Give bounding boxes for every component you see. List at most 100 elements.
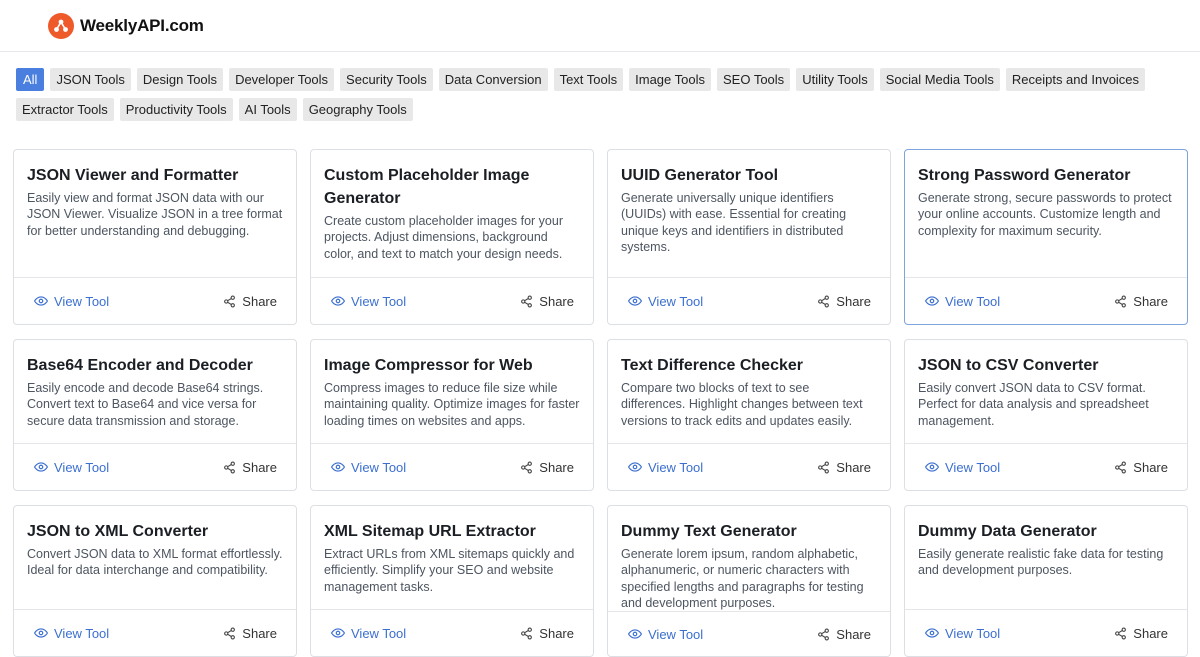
share-button[interactable]: Share [520, 294, 574, 309]
tool-card-description: Create custom placeholder images for you… [324, 214, 564, 261]
filter-chip[interactable]: Text Tools [553, 68, 624, 91]
share-icon [223, 295, 236, 308]
view-tool-button[interactable]: View Tool [925, 294, 1000, 309]
eye-icon [628, 627, 642, 641]
share-label: Share [539, 459, 574, 475]
filter-chip[interactable]: Productivity Tools [119, 98, 233, 121]
share-label: Share [1133, 459, 1168, 475]
share-button[interactable]: Share [1114, 460, 1168, 475]
view-tool-button[interactable]: View Tool [925, 460, 1000, 475]
view-tool-label: View Tool [54, 293, 110, 309]
view-tool-button[interactable]: View Tool [34, 294, 109, 309]
tool-card-description: Compare two blocks of text to see differ… [621, 381, 863, 428]
share-button[interactable]: Share [223, 294, 277, 309]
share-button[interactable]: Share [1114, 294, 1168, 309]
tool-card-actions: View Tool Share [608, 443, 890, 490]
tool-card-title[interactable]: Dummy Data Generator [918, 520, 1174, 543]
tool-card: JSON to XML Converter Convert JSON data … [13, 505, 297, 657]
filter-chip[interactable]: Design Tools [136, 68, 224, 91]
tool-card: Text Difference Checker Compare two bloc… [607, 339, 891, 491]
filter-chip[interactable]: AI Tools [238, 98, 297, 121]
view-tool-button[interactable]: View Tool [628, 627, 703, 642]
tool-card: JSON to CSV Converter Easily convert JSO… [904, 339, 1188, 491]
share-icon [1114, 627, 1127, 640]
eye-icon [34, 460, 48, 474]
share-label: Share [242, 459, 277, 475]
share-button[interactable]: Share [817, 294, 871, 309]
tool-card-title[interactable]: Dummy Text Generator [621, 520, 877, 543]
tool-card-title[interactable]: Strong Password Generator [918, 164, 1174, 187]
tool-card-actions: View Tool Share [14, 443, 296, 490]
tool-card-title[interactable]: Image Compressor for Web [324, 354, 580, 377]
tool-card: JSON Viewer and Formatter Easily view an… [13, 149, 297, 325]
share-icon [1114, 461, 1127, 474]
share-label: Share [836, 626, 871, 642]
eye-icon [331, 460, 345, 474]
tool-card-title[interactable]: Base64 Encoder and Decoder [27, 354, 283, 377]
tool-card-title[interactable]: JSON to CSV Converter [918, 354, 1174, 377]
view-tool-button[interactable]: View Tool [925, 626, 1000, 641]
tool-card-title[interactable]: XML Sitemap URL Extractor [324, 520, 580, 543]
tool-card-title[interactable]: Text Difference Checker [621, 354, 877, 377]
share-label: Share [539, 625, 574, 641]
tool-card: Dummy Text Generator Generate lorem ipsu… [607, 505, 891, 657]
tool-card-title[interactable]: JSON to XML Converter [27, 520, 283, 543]
view-tool-label: View Tool [351, 459, 407, 475]
filter-chip[interactable]: Security Tools [340, 68, 433, 91]
filter-chip[interactable]: SEO Tools [717, 68, 791, 91]
share-button[interactable]: Share [817, 627, 871, 642]
tool-card-description: Extract URLs from XML sitemaps quickly a… [324, 547, 575, 594]
view-tool-button[interactable]: View Tool [34, 626, 109, 641]
view-tool-button[interactable]: View Tool [331, 294, 406, 309]
view-tool-label: View Tool [54, 459, 110, 475]
eye-icon [331, 294, 345, 308]
view-tool-button[interactable]: View Tool [628, 460, 703, 475]
share-button[interactable]: Share [817, 460, 871, 475]
brand-name[interactable]: WeeklyAPI.com [80, 16, 204, 36]
share-label: Share [836, 459, 871, 475]
filter-chip[interactable]: Receipts and Invoices [1005, 68, 1146, 91]
tool-card-title[interactable]: UUID Generator Tool [621, 164, 877, 187]
view-tool-button[interactable]: View Tool [331, 460, 406, 475]
view-tool-label: View Tool [648, 293, 704, 309]
share-icon [520, 295, 533, 308]
tool-card-actions: View Tool Share [608, 277, 890, 324]
filter-chip[interactable]: Geography Tools [302, 98, 413, 121]
tool-card-description: Convert JSON data to XML format effortle… [27, 547, 283, 578]
filter-chip[interactable]: Developer Tools [229, 68, 335, 91]
view-tool-button[interactable]: View Tool [331, 626, 406, 641]
tool-card-actions: View Tool Share [905, 609, 1187, 656]
filter-chip[interactable]: Image Tools [629, 68, 711, 91]
brand-logo-icon[interactable] [48, 12, 74, 39]
tool-card-title[interactable]: JSON Viewer and Formatter [27, 164, 283, 187]
share-button[interactable]: Share [1114, 626, 1168, 641]
share-icon [223, 461, 236, 474]
tool-card-description: Easily generate realistic fake data for … [918, 547, 1164, 578]
share-label: Share [836, 293, 871, 309]
tool-card-description: Easily encode and decode Base64 strings.… [27, 381, 264, 428]
share-button[interactable]: Share [223, 460, 277, 475]
view-tool-label: View Tool [351, 293, 407, 309]
share-button[interactable]: Share [223, 626, 277, 641]
tool-card-title[interactable]: Custom Placeholder Image Generator [324, 164, 580, 210]
share-button[interactable]: Share [520, 460, 574, 475]
filter-chip[interactable]: All [16, 68, 45, 91]
eye-icon [925, 626, 939, 640]
filter-chip[interactable]: Social Media Tools [879, 68, 1000, 91]
filter-chip[interactable]: JSON Tools [50, 68, 131, 91]
filter-chip[interactable]: Extractor Tools [16, 98, 114, 121]
tool-card: Image Compressor for Web Compress images… [310, 339, 594, 491]
filter-chip[interactable]: Utility Tools [796, 68, 874, 91]
share-icon [817, 461, 830, 474]
filter-chip[interactable]: Data Conversion [438, 68, 548, 91]
eye-icon [628, 294, 642, 308]
share-label: Share [539, 293, 574, 309]
tool-card: Base64 Encoder and Decoder Easily encode… [13, 339, 297, 491]
tool-card: UUID Generator Tool Generate universally… [607, 149, 891, 325]
view-tool-label: View Tool [945, 459, 1001, 475]
share-label: Share [242, 293, 277, 309]
view-tool-button[interactable]: View Tool [34, 460, 109, 475]
view-tool-button[interactable]: View Tool [628, 294, 703, 309]
eye-icon [925, 460, 939, 474]
share-button[interactable]: Share [520, 626, 574, 641]
